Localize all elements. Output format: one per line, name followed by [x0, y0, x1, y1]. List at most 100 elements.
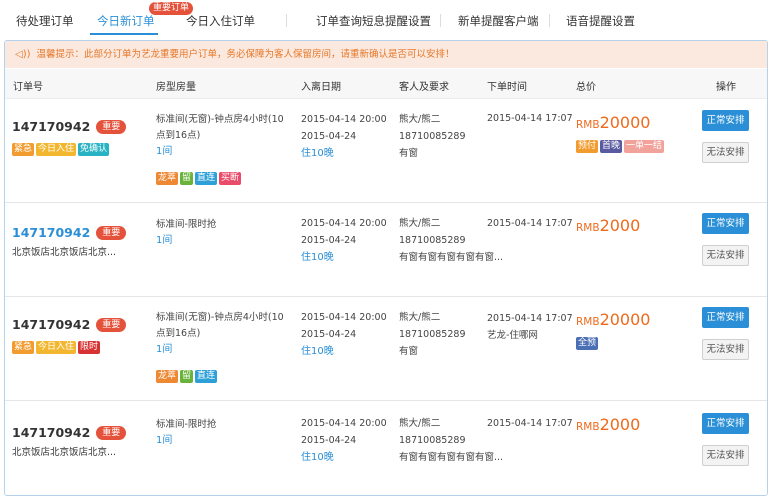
checkout-date: 2015-04-24	[301, 329, 357, 340]
active-tab-indicator	[90, 33, 158, 35]
guest-name: 熊大/熊二	[399, 312, 441, 323]
guest-phone: 18710085289	[399, 435, 466, 446]
checkout-date: 2015-04-24	[301, 235, 357, 246]
hotel-name: 北京饭店北京饭店北京...	[12, 447, 117, 458]
order-number[interactable]: 147170942 重要	[12, 225, 127, 240]
order-time: 2015-04-14 17:07	[487, 218, 573, 229]
order-tabs: 待处理订单 今日新订单 重要订单 今日入住订单 订单查询短息提醒设置 新单提醒客…	[0, 0, 772, 36]
stay-dates: 2015-04-14 20:00 2015-04-24 住10晚	[301, 415, 387, 466]
room-count: 1间	[156, 435, 173, 446]
checkin-date: 2015-04-14 20:00	[301, 218, 387, 229]
tag-longcui: 龙萃	[156, 370, 179, 383]
stay-dates: 2015-04-14 20:00 2015-04-24 住10晚	[301, 215, 387, 266]
price-tags: 预付 首晚 一单一结	[576, 140, 666, 153]
tab-pending-orders[interactable]: 待处理订单	[16, 13, 74, 29]
tag-full-prepay: 全预	[576, 337, 599, 350]
price-tags: 全预	[576, 337, 600, 350]
table-row: 147170942 重要 北京饭店北京饭店北京... 标准间-限时抢 1间 201…	[5, 203, 767, 297]
tag-today-checkin: 今日入住	[36, 143, 77, 156]
tab-voice-settings[interactable]: 语音提醒设置	[566, 13, 635, 29]
tab-divider	[549, 14, 550, 27]
room-name: 标准间(无窗)-钟点房4小时(10	[156, 312, 284, 323]
cannot-arrange-button[interactable]: 无法安排	[702, 445, 749, 466]
cannot-arrange-button[interactable]: 无法安排	[702, 245, 749, 266]
order-source: 艺龙-住哪网	[487, 330, 538, 341]
room-name: 标准间(无窗)-钟点房4小时(10	[156, 114, 284, 125]
checkout-date: 2015-04-24	[301, 131, 357, 142]
room-name-cont: 点到16点)	[156, 328, 201, 339]
order-number[interactable]: 147170942 重要	[12, 425, 127, 440]
room-type: 标准间-限时抢 1间	[156, 217, 216, 249]
guest-requirement: 有窗有窗有窗有窗有窗...	[399, 252, 504, 263]
tab-today-new-orders[interactable]: 今日新订单	[97, 13, 155, 29]
col-dates: 入离日期	[301, 82, 341, 93]
tag-longcui: 龙萃	[156, 172, 179, 185]
guest-name: 熊大/熊二	[399, 114, 441, 125]
room-type: 标准间-限时抢 1间	[156, 417, 216, 449]
orders-panel: ◁)) 温馨提示：此部分订单为艺龙重要用户订单，务必保障为客人保留房间，请重新确…	[4, 40, 768, 496]
tab-divider	[286, 14, 287, 27]
room-tags: 龙萃留直连	[156, 370, 219, 383]
guest-info: 熊大/熊二 18710085289 有窗	[399, 309, 466, 360]
total-price: RMB2000	[576, 216, 641, 235]
tag-first-night: 首晚	[600, 140, 623, 153]
hotel-name: 北京饭店北京饭店北京...	[12, 247, 117, 258]
checkin-date: 2015-04-14 20:00	[301, 418, 387, 429]
order-time: 2015-04-14 17:07	[487, 418, 573, 429]
speaker-icon: ◁))	[15, 49, 31, 60]
tag-today-checkin: 今日入住	[36, 341, 77, 354]
order-time: 2015-04-14 17:07	[487, 113, 573, 124]
order-tags: 紧急 今日入住 限时	[12, 341, 102, 354]
tag-reserve: 留	[180, 370, 194, 383]
cannot-arrange-button[interactable]: 无法安排	[702, 339, 749, 360]
tab-order-sms-settings[interactable]: 订单查询短息提醒设置	[316, 13, 431, 29]
arrange-button[interactable]: 正常安排	[702, 110, 749, 131]
arrange-button[interactable]: 正常安排	[702, 307, 749, 328]
tab-new-order-client[interactable]: 新单提醒客户端	[458, 13, 539, 29]
table-header: 订单号 房型房量 入离日期 客人及要求 下单时间 总价 操作	[5, 69, 767, 99]
room-tags: 龙萃留直连 买断	[156, 172, 243, 185]
room-type: 标准间(无窗)-钟点房4小时(10 点到16点) 1间	[156, 112, 284, 160]
arrange-button[interactable]: 正常安排	[702, 213, 749, 234]
order-number[interactable]: 147170942 重要	[12, 119, 127, 134]
nights-count: 住10晚	[301, 148, 334, 159]
tab-divider	[440, 14, 441, 27]
tag-per-order-settle: 一单一结	[624, 140, 665, 153]
stay-dates: 2015-04-14 20:00 2015-04-24 住10晚	[301, 111, 387, 162]
cannot-arrange-button[interactable]: 无法安排	[702, 142, 749, 163]
tab-today-checkin-orders[interactable]: 今日入住订单	[186, 13, 255, 29]
guest-phone: 18710085289	[399, 329, 466, 340]
guest-phone: 18710085289	[399, 235, 466, 246]
col-actions: 操作	[716, 82, 736, 93]
room-type: 标准间(无窗)-钟点房4小时(10 点到16点) 1间	[156, 310, 284, 358]
table-row: 147170942 重要 紧急 今日入住 限时 标准间(无窗)-钟点房4小时(10 点…	[5, 297, 767, 401]
guest-requirement: 有窗	[399, 148, 419, 159]
room-name-cont: 点到16点)	[156, 130, 201, 141]
room-count: 1间	[156, 344, 173, 355]
tag-direct: 直连	[195, 370, 218, 383]
order-time-block: 2015-04-14 17:07 艺龙-住哪网	[487, 310, 573, 344]
guest-info: 熊大/熊二 18710085289 有窗	[399, 111, 466, 162]
nights-count: 住10晚	[301, 452, 334, 463]
checkin-date: 2015-04-14 20:00	[301, 114, 387, 125]
room-name: 标准间-限时抢	[156, 419, 217, 430]
order-number[interactable]: 147170942 重要	[12, 317, 127, 332]
checkout-date: 2015-04-24	[301, 435, 357, 446]
col-guest: 客人及要求	[399, 82, 449, 93]
room-name: 标准间-限时抢	[156, 219, 217, 230]
col-order-time: 下单时间	[487, 82, 527, 93]
col-price: 总价	[576, 82, 596, 93]
total-price: RMB20000	[576, 113, 651, 132]
tag-urgent: 紧急	[12, 341, 35, 354]
nights-count: 住10晚	[301, 346, 334, 357]
table-row: 147170942 重要 北京饭店北京饭店北京... 标准间-限时抢 1间 201…	[5, 401, 767, 495]
tag-limited-time: 限时	[78, 341, 101, 354]
tag-buyout: 买断	[219, 172, 242, 185]
guest-phone: 18710085289	[399, 131, 466, 142]
guest-requirement: 有窗	[399, 346, 419, 357]
col-room: 房型房量	[156, 82, 196, 93]
notice-text: 温馨提示：此部分订单为艺龙重要用户订单，务必保障为客人保留房间，请重新确认是否可…	[36, 49, 455, 60]
tag-reserve: 留	[180, 172, 194, 185]
arrange-button[interactable]: 正常安排	[702, 413, 749, 434]
col-order-no: 订单号	[13, 82, 43, 93]
